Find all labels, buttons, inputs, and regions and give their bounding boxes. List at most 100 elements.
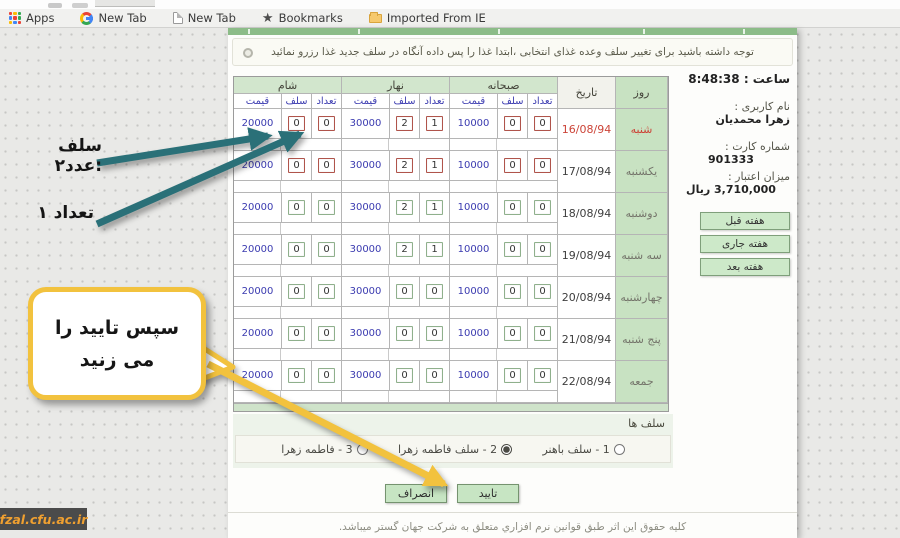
self-input[interactable] bbox=[288, 116, 305, 131]
spacer-line bbox=[234, 391, 281, 402]
self-input-cell bbox=[390, 235, 420, 265]
subheader-self: سلف bbox=[282, 94, 312, 109]
meal-price: 20000 bbox=[234, 109, 282, 139]
count-input[interactable] bbox=[318, 200, 335, 215]
self-input[interactable] bbox=[288, 242, 305, 257]
row-spacer bbox=[450, 139, 558, 151]
callout-line1: سپس تایید را bbox=[55, 317, 179, 339]
date-cell: 22/08/94 bbox=[558, 361, 616, 403]
self-input[interactable] bbox=[504, 242, 521, 257]
self-input[interactable] bbox=[396, 116, 413, 131]
count-input[interactable] bbox=[318, 368, 335, 383]
google-g-icon bbox=[80, 12, 93, 25]
row-spacer bbox=[342, 391, 450, 403]
self-input-cell bbox=[282, 319, 312, 349]
apps-grid-icon bbox=[9, 12, 21, 24]
next-week-button[interactable]: هفته بعد bbox=[700, 258, 790, 276]
credit-value: 3,710,000 ریال bbox=[672, 183, 790, 196]
self-input[interactable] bbox=[396, 242, 413, 257]
callout-line2: می زنید bbox=[80, 349, 154, 371]
self-input[interactable] bbox=[288, 200, 305, 215]
count-input[interactable] bbox=[426, 116, 443, 131]
bookmark-imported-folder[interactable]: Imported From IE bbox=[369, 11, 486, 25]
row-spacer bbox=[234, 349, 342, 361]
meal-reservation-table: شام نهار صبحانه تاریخ روز قیمت سلف تعداد… bbox=[233, 76, 669, 412]
confirm-button[interactable]: تایید bbox=[457, 484, 519, 503]
self-input[interactable] bbox=[504, 368, 521, 383]
self-input[interactable] bbox=[396, 326, 413, 341]
meal-price: 20000 bbox=[234, 151, 282, 181]
spacer-line bbox=[450, 307, 497, 318]
self-option[interactable]: 3 - فاطمه زهرا bbox=[281, 443, 367, 456]
row-spacer bbox=[342, 181, 450, 193]
self-input[interactable] bbox=[396, 200, 413, 215]
self-radio[interactable] bbox=[501, 444, 512, 455]
count-input[interactable] bbox=[534, 158, 551, 173]
bookmark-new-tab-page[interactable]: New Tab bbox=[173, 11, 236, 25]
count-input[interactable] bbox=[426, 284, 443, 299]
self-option[interactable]: 2 - سلف فاطمه زهرا bbox=[398, 443, 512, 456]
count-input[interactable] bbox=[426, 242, 443, 257]
self-input[interactable] bbox=[288, 158, 305, 173]
self-input[interactable] bbox=[288, 284, 305, 299]
week-buttons: هفته قبل هفته جاری هفته بعد bbox=[672, 212, 790, 276]
count-input[interactable] bbox=[426, 326, 443, 341]
self-option-label: 2 - سلف فاطمه زهرا bbox=[398, 443, 497, 456]
cancel-button[interactable]: انصراف bbox=[385, 484, 447, 503]
self-input[interactable] bbox=[396, 158, 413, 173]
count-input[interactable] bbox=[534, 200, 551, 215]
card-number: 901333 bbox=[672, 153, 790, 166]
count-input[interactable] bbox=[426, 200, 443, 215]
row-spacer bbox=[234, 307, 342, 319]
self-input[interactable] bbox=[504, 200, 521, 215]
self-input[interactable] bbox=[288, 326, 305, 341]
self-input-cell bbox=[498, 277, 528, 307]
self-input[interactable] bbox=[396, 368, 413, 383]
current-week-button[interactable]: هفته جاری bbox=[700, 235, 790, 253]
count-input-cell bbox=[528, 361, 558, 391]
self-option[interactable]: 1 - سلف باهنر bbox=[542, 443, 624, 456]
count-input[interactable] bbox=[318, 326, 335, 341]
count-input[interactable] bbox=[534, 326, 551, 341]
count-input[interactable] bbox=[534, 368, 551, 383]
self-input[interactable] bbox=[396, 284, 413, 299]
self-radio[interactable] bbox=[614, 444, 625, 455]
count-input[interactable] bbox=[318, 242, 335, 257]
count-input-cell bbox=[528, 277, 558, 307]
count-input[interactable] bbox=[318, 158, 335, 173]
bookmark-apps[interactable]: Apps bbox=[9, 11, 54, 25]
bookmark-new-tab-google[interactable]: New Tab bbox=[80, 11, 146, 25]
row-spacer bbox=[450, 265, 558, 277]
watermark-badge: fzal.cfu.ac.ir bbox=[0, 508, 87, 530]
row-spacer bbox=[450, 223, 558, 235]
self-radio[interactable] bbox=[357, 444, 368, 455]
count-input[interactable] bbox=[534, 242, 551, 257]
date-cell: 20/08/94 bbox=[558, 277, 616, 319]
self-input[interactable] bbox=[288, 368, 305, 383]
spacer-line bbox=[450, 223, 497, 234]
row-spacer bbox=[342, 307, 450, 319]
self-input[interactable] bbox=[504, 284, 521, 299]
count-input[interactable] bbox=[534, 116, 551, 131]
count-input[interactable] bbox=[426, 368, 443, 383]
count-input[interactable] bbox=[534, 284, 551, 299]
subheader-self: سلف bbox=[498, 94, 528, 109]
self-input[interactable] bbox=[504, 326, 521, 341]
count-input-cell bbox=[312, 151, 342, 181]
day-cell: یکشنبه bbox=[616, 151, 668, 193]
spacer-line bbox=[450, 349, 497, 360]
spacer-line bbox=[342, 391, 389, 402]
bookmark-bookmarks[interactable]: ★ Bookmarks bbox=[262, 11, 343, 25]
previous-week-button[interactable]: هفته قبل bbox=[700, 212, 790, 230]
bookmark-label: New Tab bbox=[188, 11, 236, 25]
self-input[interactable] bbox=[504, 158, 521, 173]
annotation-count-note: تعداد ۱ bbox=[24, 203, 94, 223]
count-input[interactable] bbox=[318, 116, 335, 131]
self-input-cell bbox=[498, 151, 528, 181]
table-row: 20000300001000022/08/94جمعه bbox=[234, 361, 668, 403]
star-icon: ★ bbox=[262, 12, 274, 25]
count-input[interactable] bbox=[426, 158, 443, 173]
self-input[interactable] bbox=[504, 116, 521, 131]
count-input[interactable] bbox=[318, 284, 335, 299]
browser-top-strip bbox=[0, 0, 900, 9]
